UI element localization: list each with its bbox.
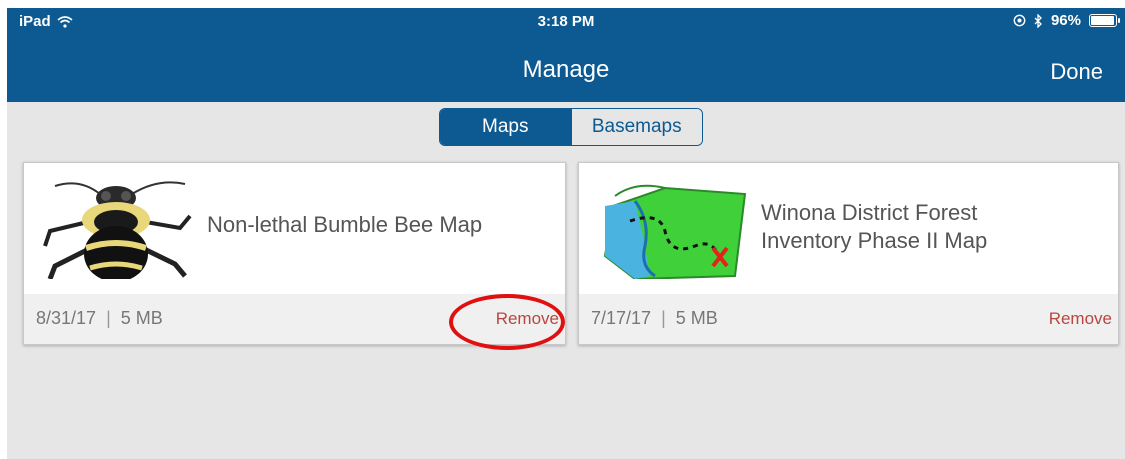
map-card[interactable]: Non-lethal Bumble Bee Map 8/31/17 | 5 MB… bbox=[23, 162, 566, 345]
battery-icon bbox=[1089, 14, 1120, 27]
maps-basemaps-segmented-control: Maps Basemaps bbox=[439, 108, 703, 146]
status-right: 96% bbox=[1013, 12, 1120, 29]
page-title: Manage bbox=[522, 56, 610, 83]
battery-percent: 96% bbox=[1050, 12, 1081, 29]
segment-basemaps[interactable]: Basemaps bbox=[570, 109, 702, 145]
app-screen: iPad 3:18 PM 96% Manage Done Maps Basema… bbox=[7, 8, 1125, 459]
location-lock-icon bbox=[1013, 14, 1026, 27]
remove-button[interactable]: Remove bbox=[1049, 309, 1112, 329]
battery-level-fill bbox=[1091, 16, 1114, 25]
meta-separator: | bbox=[661, 308, 666, 328]
segment-maps[interactable]: Maps bbox=[440, 109, 571, 145]
status-time: 3:18 PM bbox=[537, 13, 595, 30]
map-card-header: Winona District Forest Inventory Phase I… bbox=[579, 163, 1118, 294]
map-meta: 7/17/17 | 5 MB bbox=[591, 308, 718, 329]
map-size: 5 MB bbox=[120, 308, 163, 328]
map-card[interactable]: Winona District Forest Inventory Phase I… bbox=[578, 162, 1119, 345]
meta-separator: | bbox=[106, 308, 111, 328]
map-card-header: Non-lethal Bumble Bee Map bbox=[24, 163, 565, 294]
map-card-footer: 7/17/17 | 5 MB Remove bbox=[579, 294, 1118, 344]
bluetooth-icon bbox=[1034, 13, 1042, 28]
map-title: Winona District Forest Inventory Phase I… bbox=[761, 199, 987, 255]
remove-button[interactable]: Remove bbox=[496, 309, 559, 329]
map-meta: 8/31/17 | 5 MB bbox=[36, 308, 163, 329]
done-button[interactable]: Done bbox=[1050, 59, 1103, 85]
map-title-line-2: Inventory Phase II Map bbox=[761, 228, 988, 253]
map-card-footer: 8/31/17 | 5 MB Remove bbox=[24, 294, 565, 344]
map-title: Non-lethal Bumble Bee Map bbox=[207, 212, 483, 237]
treasure-map-thumbnail-icon bbox=[595, 176, 749, 279]
map-size: 5 MB bbox=[675, 308, 718, 328]
map-date: 8/31/17 bbox=[36, 308, 97, 328]
map-title-line-1: Winona District Forest bbox=[761, 200, 978, 225]
map-date: 7/17/17 bbox=[591, 308, 652, 328]
navigation-bar: iPad 3:18 PM 96% Manage Done bbox=[7, 8, 1125, 102]
bumble-bee-thumbnail-icon bbox=[40, 176, 194, 279]
